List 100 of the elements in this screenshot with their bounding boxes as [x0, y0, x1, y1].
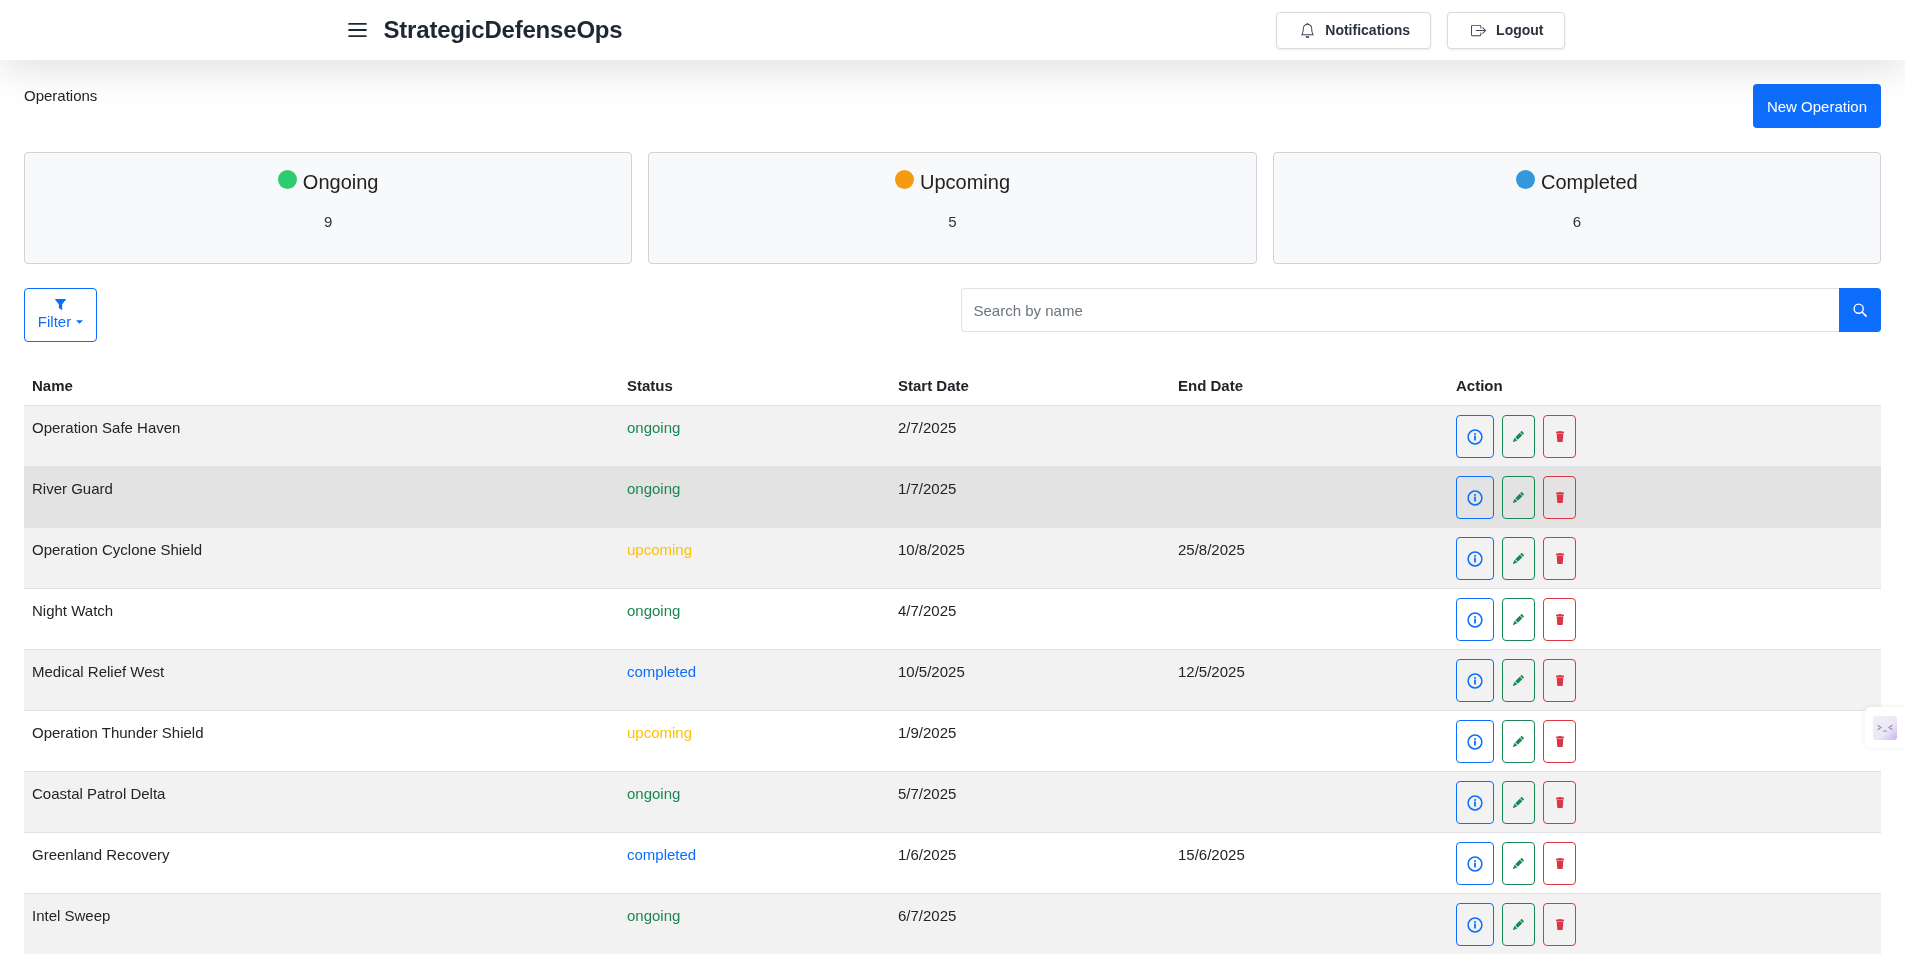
delete-button[interactable]: [1543, 903, 1576, 946]
status-cell: ongoing: [619, 588, 890, 650]
stat-label: Upcoming: [919, 170, 1010, 195]
trash-icon: [1555, 614, 1564, 625]
column-header: Status: [619, 366, 890, 406]
filter-button[interactable]: Filter: [24, 288, 97, 342]
edit-button[interactable]: [1502, 598, 1535, 641]
end-date-cell: 15/6/2025: [1170, 832, 1448, 894]
search-icon: [1853, 303, 1867, 317]
delete-button[interactable]: [1543, 781, 1576, 824]
delete-button[interactable]: [1543, 842, 1576, 885]
stat-count: 9: [324, 212, 333, 232]
edit-button[interactable]: [1502, 720, 1535, 763]
edit-button[interactable]: [1502, 903, 1535, 946]
start-date-cell: 4/7/2025: [890, 588, 1170, 650]
name-cell: Operation Thunder Shield: [24, 710, 619, 772]
pencil-icon: [1513, 553, 1524, 564]
delete-button[interactable]: [1543, 537, 1576, 580]
name-cell: Operation Cyclone Shield: [24, 527, 619, 589]
new-operation-button[interactable]: New Operation: [1752, 84, 1881, 128]
edit-button[interactable]: [1502, 537, 1535, 580]
caret-icon: [76, 320, 84, 324]
pencil-icon: [1513, 614, 1524, 625]
trash-icon: [1555, 553, 1564, 564]
name-cell: Night Watch: [24, 588, 619, 650]
status-cell: upcoming: [619, 710, 890, 772]
notifications-button[interactable]: Notifications: [1276, 11, 1432, 49]
info-icon: [1467, 489, 1483, 506]
app-title: StrategicDefenseOps: [383, 16, 623, 44]
trash-icon: [1555, 736, 1564, 747]
trash-icon: [1555, 675, 1564, 686]
info-icon: [1467, 916, 1483, 933]
trash-icon: [1555, 919, 1564, 930]
name-cell: Operation Safe Haven: [24, 405, 619, 467]
trash-icon: [1555, 431, 1564, 442]
funnel-icon: [55, 299, 66, 310]
name-cell: Greenland Recovery: [24, 832, 619, 894]
start-date-cell: 2/7/2025: [890, 405, 1170, 467]
pencil-icon: [1513, 675, 1524, 686]
info-button[interactable]: [1456, 598, 1494, 641]
info-button[interactable]: [1456, 537, 1494, 580]
delete-button[interactable]: [1543, 720, 1576, 763]
status-cell: completed: [619, 649, 890, 711]
name-cell: River Guard: [24, 466, 619, 528]
pencil-icon: [1513, 736, 1524, 747]
stat-label: Completed: [1540, 170, 1638, 195]
column-header: Name: [24, 366, 619, 406]
column-header: Start Date: [890, 366, 1170, 406]
info-icon: [1467, 855, 1483, 872]
status-cell: ongoing: [619, 466, 890, 528]
edit-button[interactable]: [1502, 476, 1535, 519]
edit-button[interactable]: [1502, 842, 1535, 885]
delete-button[interactable]: [1543, 598, 1576, 641]
stat-label: Ongoing: [302, 170, 379, 195]
start-date-cell: 1/7/2025: [890, 466, 1170, 528]
status-cell: ongoing: [619, 771, 890, 833]
page-title: Operations: [24, 86, 98, 106]
menu-icon[interactable]: [347, 23, 367, 37]
trash-icon: [1555, 858, 1564, 869]
end-date-cell: 12/5/2025: [1170, 649, 1448, 711]
info-button[interactable]: [1456, 720, 1494, 763]
column-header: Action: [1448, 366, 1881, 406]
logout-button[interactable]: Logout: [1447, 11, 1565, 49]
pencil-icon: [1513, 797, 1524, 808]
name-cell: Intel Sweep: [24, 893, 619, 954]
name-cell: Medical Relief West: [24, 649, 619, 711]
search-field[interactable]: Search by name: [960, 288, 1839, 332]
info-button[interactable]: [1456, 476, 1494, 519]
edit-button[interactable]: [1502, 781, 1535, 824]
delete-button[interactable]: [1543, 476, 1576, 519]
info-button[interactable]: [1456, 842, 1494, 885]
info-button[interactable]: [1456, 415, 1494, 458]
info-button[interactable]: [1456, 903, 1494, 946]
info-icon: [1467, 550, 1483, 567]
start-date-cell: 1/9/2025: [890, 710, 1170, 772]
start-date-cell: 6/7/2025: [890, 893, 1170, 954]
delete-button[interactable]: [1543, 415, 1576, 458]
start-date-cell: 10/5/2025: [890, 649, 1170, 711]
end-date-cell: 25/8/2025: [1170, 527, 1448, 589]
trash-icon: [1555, 797, 1564, 808]
stat-count: 5: [948, 212, 957, 232]
status-cell: ongoing: [619, 405, 890, 467]
search-button[interactable]: [1839, 288, 1881, 332]
column-header: End Date: [1170, 366, 1448, 406]
info-icon: [1467, 611, 1483, 628]
info-button[interactable]: [1456, 659, 1494, 702]
pencil-icon: [1513, 492, 1524, 503]
start-date-cell: 10/8/2025: [890, 527, 1170, 589]
status-cell: completed: [619, 832, 890, 894]
info-icon: [1467, 733, 1483, 750]
logout-icon: [1471, 22, 1487, 38]
info-button[interactable]: [1456, 781, 1494, 824]
delete-button[interactable]: [1543, 659, 1576, 702]
trash-icon: [1555, 492, 1564, 503]
start-date-cell: 5/7/2025: [890, 771, 1170, 833]
info-icon: [1467, 672, 1483, 689]
name-cell: Coastal Patrol Delta: [24, 771, 619, 833]
info-icon: [1467, 794, 1483, 811]
edit-button[interactable]: [1502, 415, 1535, 458]
edit-button[interactable]: [1502, 659, 1535, 702]
